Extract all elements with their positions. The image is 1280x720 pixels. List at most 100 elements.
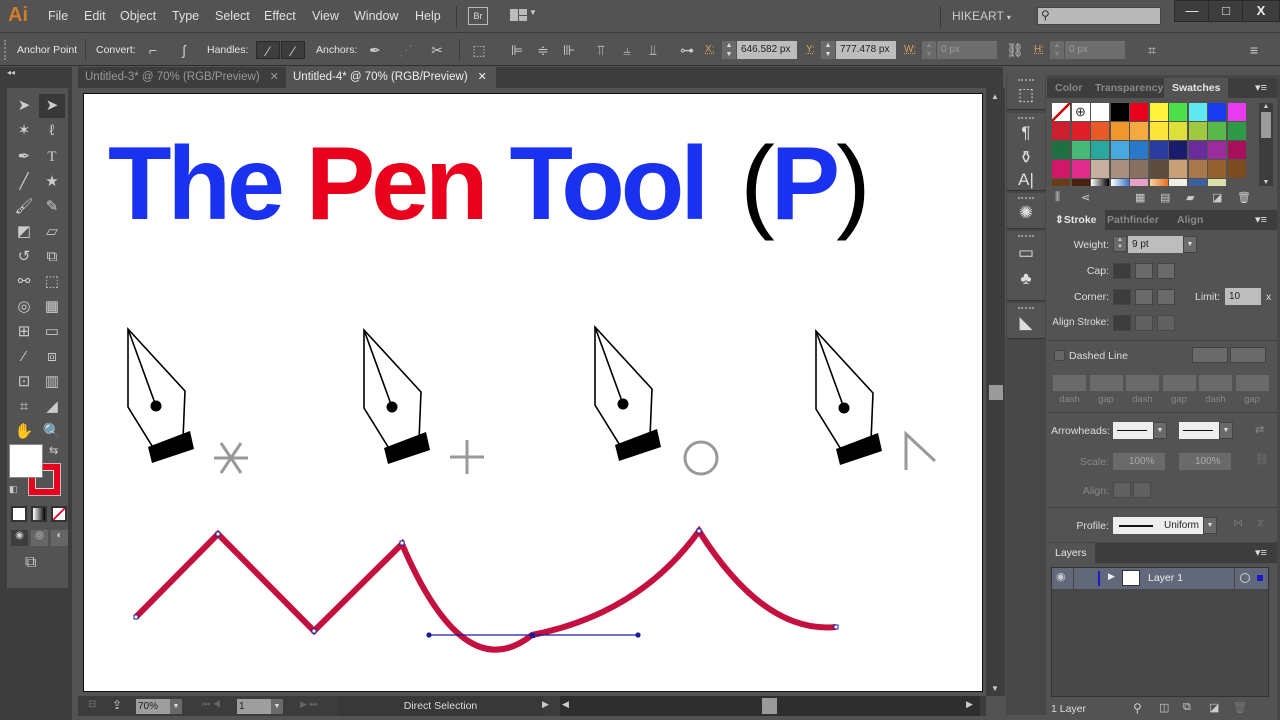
scroll-down-icon[interactable]: ▼	[991, 684, 999, 693]
convert-to-corner-icon[interactable]: ⌐	[144, 41, 162, 59]
connect-anchor-icon[interactable]: ⋰	[397, 41, 415, 59]
tab-layers[interactable]: Layers	[1047, 543, 1095, 563]
close-button[interactable]: X	[1242, 0, 1280, 22]
arrange-documents-button[interactable]: ▼	[510, 8, 537, 24]
column-graph-tool-icon[interactable]: ▥	[39, 370, 65, 394]
swatch[interactable]	[1130, 141, 1148, 159]
start-scale-field[interactable]: 100%	[1113, 453, 1165, 470]
symbols-panel-icon[interactable]: ♣	[1007, 269, 1045, 289]
close-icon[interactable]: ✕	[478, 71, 487, 83]
new-group-icon[interactable]: ▰	[1186, 191, 1194, 204]
artboard-nav-icon[interactable]: ⊟	[88, 699, 96, 710]
gradient-mode-icon[interactable]	[31, 506, 47, 522]
chevron-down-icon[interactable]: ▼	[1203, 517, 1217, 534]
swatch[interactable]	[1110, 141, 1129, 159]
handle-point[interactable]	[635, 632, 641, 638]
align-outside-icon[interactable]	[1157, 315, 1175, 331]
swatch[interactable]	[1188, 122, 1207, 140]
target-icon[interactable]	[1240, 573, 1250, 583]
collapse-icon[interactable]: ◂◂	[7, 68, 15, 77]
swatch-registration[interactable]: ⊕	[1071, 103, 1090, 121]
star-tool-icon[interactable]: ★	[39, 170, 65, 194]
tab-swatches[interactable]: Swatches	[1164, 78, 1229, 98]
arrow-tip-extend-icon[interactable]	[1113, 482, 1131, 498]
swatch[interactable]	[1208, 160, 1226, 178]
end-scale-field[interactable]: 100%	[1179, 453, 1231, 470]
zoom-field[interactable]: 70%	[136, 699, 170, 714]
swatch[interactable]	[1130, 179, 1148, 186]
expand-arrow-icon[interactable]: ▶	[1108, 571, 1115, 582]
anchor-point[interactable]	[696, 528, 702, 534]
menu-view[interactable]: View	[312, 9, 339, 23]
dash-field[interactable]	[1126, 375, 1159, 391]
preserve-dash-icon[interactable]	[1192, 347, 1228, 363]
bridge-button[interactable]: Br	[468, 7, 488, 25]
scale-tool-icon[interactable]: ⧉	[39, 245, 65, 269]
tab-untitled-3[interactable]: Untitled-3* @ 70% (RGB/Preview) ✕	[78, 67, 284, 88]
scroll-thumb[interactable]	[762, 698, 777, 714]
minimize-button[interactable]: —	[1174, 0, 1210, 22]
show-kinds-icon[interactable]: ▦	[1135, 191, 1145, 204]
handle-point[interactable]	[426, 632, 432, 638]
gradient-tool-icon[interactable]: ▭	[39, 320, 65, 344]
swatch[interactable]	[1208, 122, 1226, 140]
menu-effect[interactable]: Effect	[264, 9, 296, 23]
projecting-cap-icon[interactable]	[1157, 263, 1175, 279]
layer-name[interactable]: Layer 1	[1148, 572, 1183, 584]
close-icon[interactable]: ✕	[270, 71, 279, 83]
search-input[interactable]: ⚲	[1037, 7, 1161, 25]
status-menu-icon[interactable]: ▶	[542, 699, 549, 710]
swatch[interactable]	[1130, 122, 1148, 140]
zoom-tool-icon[interactable]: 🔍	[39, 420, 65, 444]
paragraph-panel-icon[interactable]: ¶	[1007, 123, 1045, 143]
swatch[interactable]	[1091, 141, 1109, 159]
isolate-icon[interactable]: ⌗	[1143, 41, 1161, 59]
anchor-point-selected[interactable]	[530, 633, 535, 638]
menu-help[interactable]: Help	[415, 9, 441, 23]
scroll-up-icon[interactable]: ▲	[1259, 103, 1273, 110]
color-mode-icon[interactable]	[11, 506, 27, 522]
tab-stroke[interactable]: ⇕Stroke	[1047, 210, 1105, 230]
scroll-down-icon[interactable]: ▼	[1259, 179, 1273, 186]
chevron-down-icon[interactable]: ▼	[1219, 422, 1233, 439]
horizontal-scrollbar[interactable]: ◀ ▶	[560, 696, 980, 716]
tab-transparency[interactable]: Transparency	[1087, 78, 1171, 98]
selection-indicator[interactable]	[1257, 575, 1263, 581]
swatch[interactable]	[1188, 179, 1207, 186]
panel-menu-icon[interactable]: ▾≡	[1255, 546, 1267, 559]
slice-tool-icon[interactable]: ◢	[39, 395, 65, 419]
align-inside-icon[interactable]	[1135, 315, 1153, 331]
dash-field[interactable]	[1053, 375, 1086, 391]
swatch[interactable]	[1110, 122, 1129, 140]
grip-handle[interactable]	[1018, 235, 1034, 238]
anchor-point[interactable]	[399, 540, 405, 546]
menu-select[interactable]: Select	[215, 9, 250, 23]
round-cap-icon[interactable]	[1135, 263, 1153, 279]
line-tool-icon[interactable]: ╱	[11, 170, 37, 194]
tab-untitled-4[interactable]: Untitled-4* @ 70% (RGB/Preview) ✕	[286, 67, 496, 88]
scroll-left-icon[interactable]: ◀	[562, 699, 569, 710]
draw-inside-icon[interactable]: ◐	[51, 530, 68, 546]
swatch[interactable]	[1188, 160, 1207, 178]
link-scale-icon[interactable]: ⛓	[1255, 453, 1269, 466]
fill-swatch[interactable]	[9, 444, 43, 478]
end-arrowhead-select[interactable]	[1179, 422, 1219, 439]
new-sublayer-icon[interactable]: ⧉	[1183, 701, 1191, 714]
swatch[interactable]	[1149, 179, 1168, 186]
swatch[interactable]	[1052, 122, 1070, 140]
perspective-grid-tool-icon[interactable]: ▦	[39, 295, 65, 319]
grip-handle[interactable]	[1018, 79, 1034, 82]
workspace-switcher[interactable]: HIKEART ▾	[952, 9, 1011, 23]
new-layer-icon[interactable]: ◪	[1209, 701, 1219, 714]
artboard-number-field[interactable]: 1	[237, 699, 271, 714]
swatch[interactable]	[1130, 103, 1148, 121]
anchor-point[interactable]	[833, 624, 839, 630]
clipping-mask-icon[interactable]: ◫	[1159, 701, 1169, 714]
new-swatch-icon[interactable]: ◪	[1212, 191, 1222, 204]
draw-normal-icon[interactable]: ◉	[11, 530, 28, 546]
show-handles-icon[interactable]: ⁄	[256, 41, 280, 59]
gap-field[interactable]	[1089, 375, 1123, 391]
y-field[interactable]: 777.478 px	[836, 41, 896, 59]
panel-menu-icon[interactable]: ▾≡	[1255, 213, 1267, 226]
convert-to-smooth-icon[interactable]: ʃ	[175, 41, 193, 59]
